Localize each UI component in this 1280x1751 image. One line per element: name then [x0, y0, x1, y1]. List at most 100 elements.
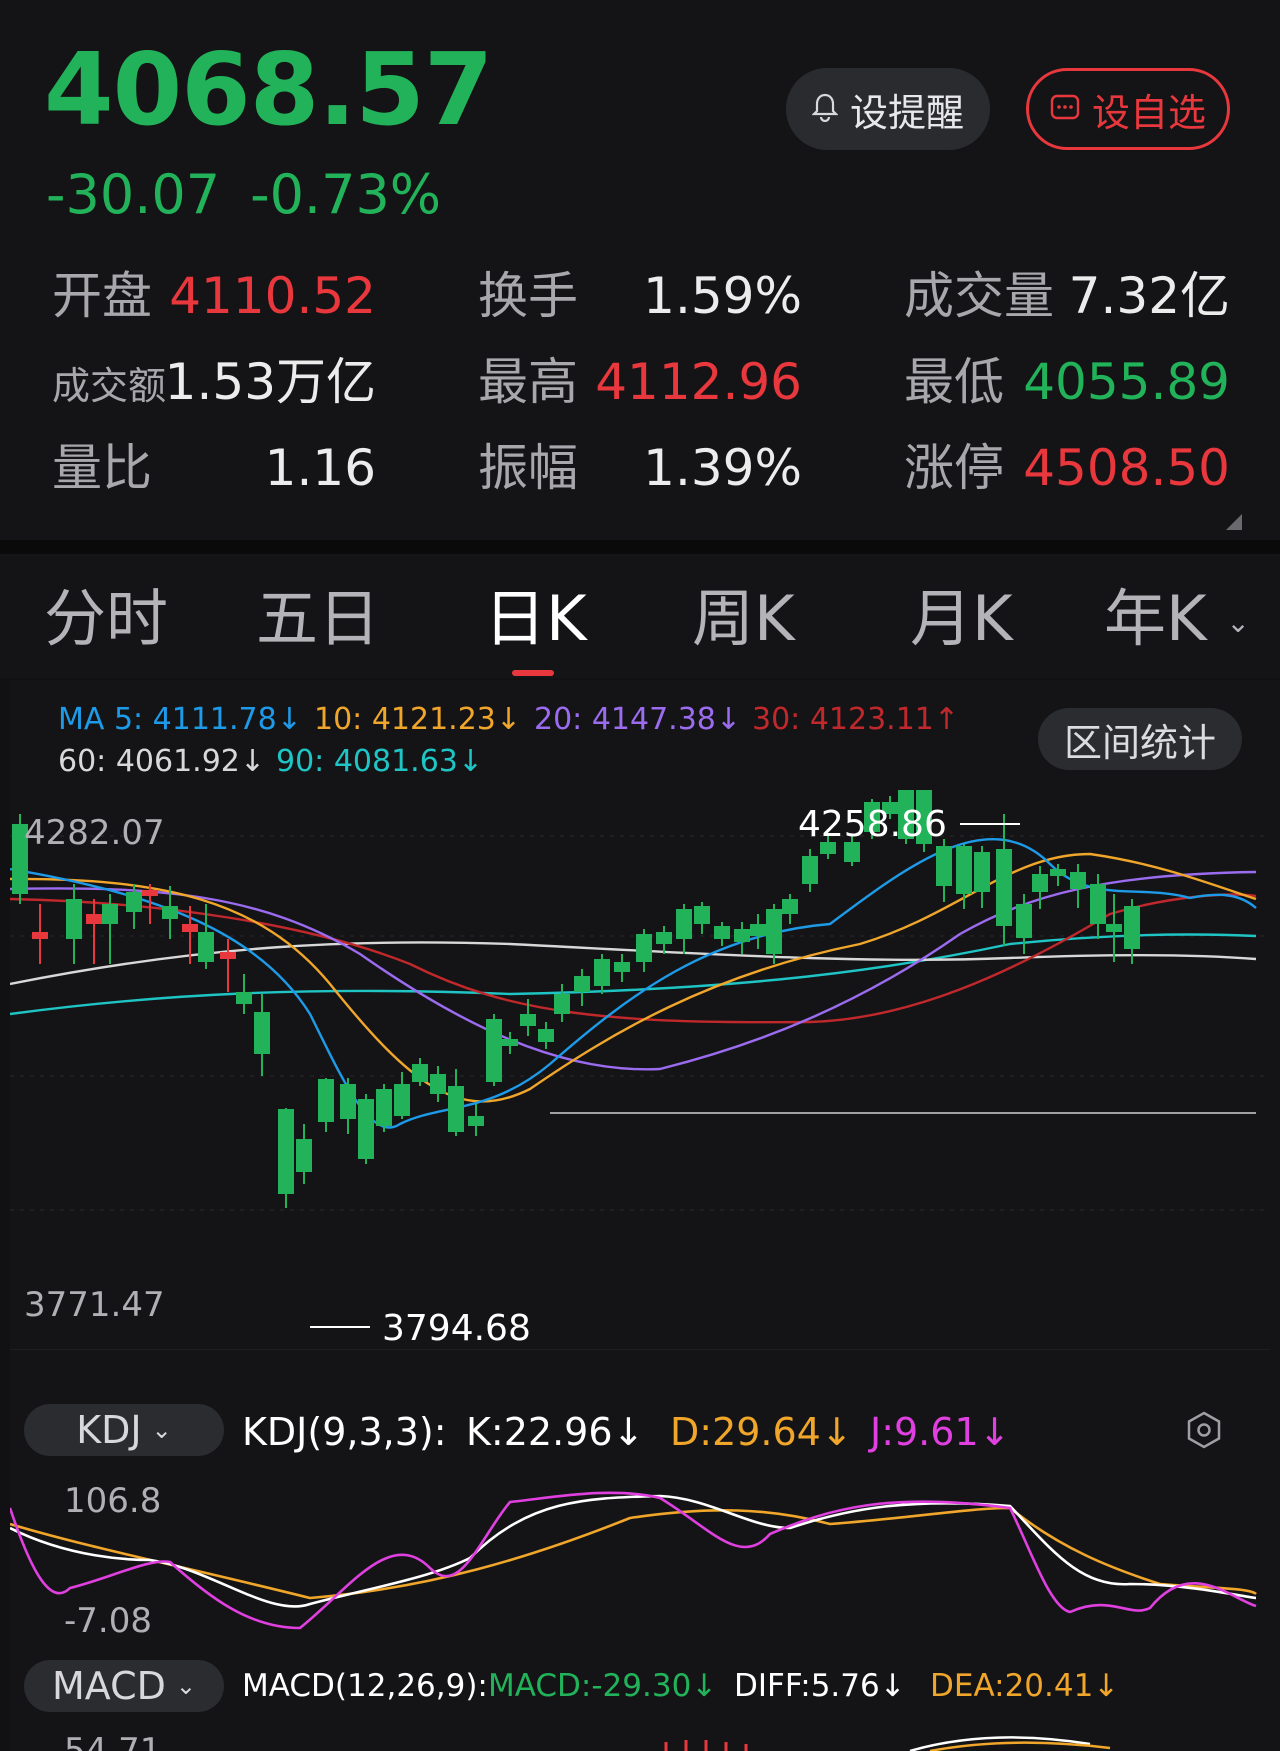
candle-body — [538, 1029, 554, 1042]
stat-label: 最高 — [478, 353, 578, 411]
tab-yearly-k-label: 年K — [1104, 582, 1207, 655]
add-watchlist-button[interactable]: 设自选 — [1026, 68, 1230, 150]
period-tabs: 分时 五日 日K 周K 月K 年K ⌄ — [0, 554, 1280, 678]
tab-yearly-k[interactable]: 年K ⌄ — [1104, 584, 1250, 658]
price-change: -30.07 -0.73% — [46, 160, 471, 230]
set-alert-button[interactable]: 设提醒 — [786, 68, 990, 150]
candlestick — [254, 994, 270, 1076]
candlestick — [1032, 866, 1048, 909]
macd-chart[interactable]: 54.71 — [10, 1720, 1270, 1751]
candle-body — [66, 899, 82, 939]
stat-open: 开盘 4110.52 — [52, 266, 376, 326]
tab-intraday[interactable]: 分时 — [44, 584, 168, 654]
candle-body — [520, 1014, 536, 1026]
candlestick — [86, 899, 102, 964]
candlestick — [66, 884, 82, 964]
stat-value: 4110.52 — [169, 267, 376, 325]
stat-value: 4112.96 — [595, 353, 802, 411]
low-marker-label: 3794.68 — [382, 1308, 531, 1349]
candlestick — [554, 984, 570, 1022]
ma30-line — [10, 893, 1257, 1024]
section-divider — [0, 540, 1280, 554]
expand-corner-icon[interactable] — [1226, 514, 1242, 534]
kdj-bottom-label: -7.08 — [64, 1601, 152, 1638]
kdj-indicator-select[interactable]: KDJ ⌄ — [24, 1404, 224, 1456]
current-price: 4068.57 — [44, 31, 493, 148]
candle-body — [102, 904, 118, 924]
add-watchlist-label: 设自选 — [1091, 90, 1206, 135]
candle-body — [694, 906, 710, 924]
candlestick — [376, 1084, 392, 1132]
ma60-legend: 60: 4061.92↓ — [58, 744, 266, 779]
candlestick — [594, 954, 610, 994]
stat-turnover: 成交额 1.53万亿 — [52, 352, 376, 416]
range-statistics-button[interactable]: 区间统计 — [1038, 708, 1242, 770]
candle-body — [594, 959, 610, 986]
candlestick — [656, 926, 672, 954]
candle-body — [676, 909, 692, 939]
candle-body — [734, 929, 750, 942]
candlestick — [782, 894, 798, 924]
stat-amplitude: 振幅 1.39% — [478, 438, 802, 498]
stat-label: 涨停 — [904, 439, 1004, 497]
candle-body — [296, 1139, 312, 1172]
candlestick — [614, 954, 630, 982]
settings-hexagon-icon[interactable] — [1184, 1410, 1224, 1454]
candlestick — [32, 904, 48, 964]
stat-label: 换手 — [478, 267, 578, 325]
candle-body — [714, 926, 730, 939]
candlestick — [974, 846, 990, 908]
candle-body — [448, 1086, 464, 1132]
stat-value: 4055.89 — [1023, 353, 1230, 411]
macd-title: MACD(12,26,9): — [242, 1668, 488, 1704]
tab-daily-k[interactable]: 日K — [484, 584, 587, 654]
candlestick — [1070, 864, 1086, 908]
candle-body — [996, 849, 1012, 926]
candle-body — [486, 1019, 502, 1082]
candlestick — [802, 849, 818, 892]
stat-limit-up: 涨停 4508.50 — [904, 438, 1230, 498]
candle-body — [236, 992, 252, 1004]
candle-body — [1070, 872, 1086, 889]
candlestick — [574, 969, 590, 1006]
candlestick — [358, 1094, 374, 1164]
candle-body — [358, 1099, 374, 1159]
change-percent: -0.73% — [250, 163, 442, 226]
candlestick — [734, 922, 750, 954]
ma90-line — [10, 933, 1257, 1016]
kline-chart[interactable]: 4282.07 3771.47 4258.86 3794.68 — [10, 790, 1270, 1350]
kdj-chart[interactable]: 106.8 -7.08 — [10, 1474, 1270, 1638]
stat-value: 7.32亿 — [1068, 267, 1230, 325]
macd-value: MACD:-29.30↓ — [488, 1668, 718, 1704]
candlestick — [996, 814, 1012, 946]
candle-body — [182, 924, 198, 932]
stat-turnover-rate: 换手 1.59% — [478, 266, 802, 326]
macd-indicator-select[interactable]: MACD ⌄ — [24, 1660, 224, 1712]
stat-label: 量比 — [52, 439, 152, 497]
candlestick — [676, 904, 692, 954]
ma60-line — [10, 941, 1257, 986]
candlestick — [340, 1078, 356, 1134]
candlestick — [714, 922, 730, 946]
ma5-legend: MA 5: 4111.78↓ — [58, 702, 302, 737]
change-value: -30.07 — [46, 163, 221, 226]
stat-high: 最高 4112.96 — [478, 352, 802, 412]
ma10-legend: 10: 4121.23↓ — [314, 702, 522, 737]
tab-weekly-k[interactable]: 周K — [692, 584, 795, 654]
candle-body — [802, 856, 818, 884]
tab-five-day[interactable]: 五日 — [256, 584, 380, 654]
stat-label: 开盘 — [52, 267, 152, 325]
kdj-panel-bg — [10, 1474, 1270, 1638]
candle-body — [318, 1079, 334, 1122]
kdj-title: KDJ(9,3,3): — [242, 1410, 447, 1454]
macd-top-label: 54.71 — [64, 1731, 161, 1751]
tab-monthly-k[interactable]: 月K — [910, 584, 1013, 654]
chevron-down-icon: ⌄ — [1226, 605, 1250, 639]
macd-select-label: MACD — [51, 1664, 166, 1708]
chevron-down-icon: ⌄ — [175, 1672, 197, 1700]
candlestick — [448, 1069, 464, 1136]
stat-low: 最低 4055.89 — [904, 352, 1230, 412]
ma90-legend: 90: 4081.63↓ — [276, 744, 484, 779]
candle-body — [198, 932, 214, 962]
candle-body — [278, 1109, 294, 1194]
